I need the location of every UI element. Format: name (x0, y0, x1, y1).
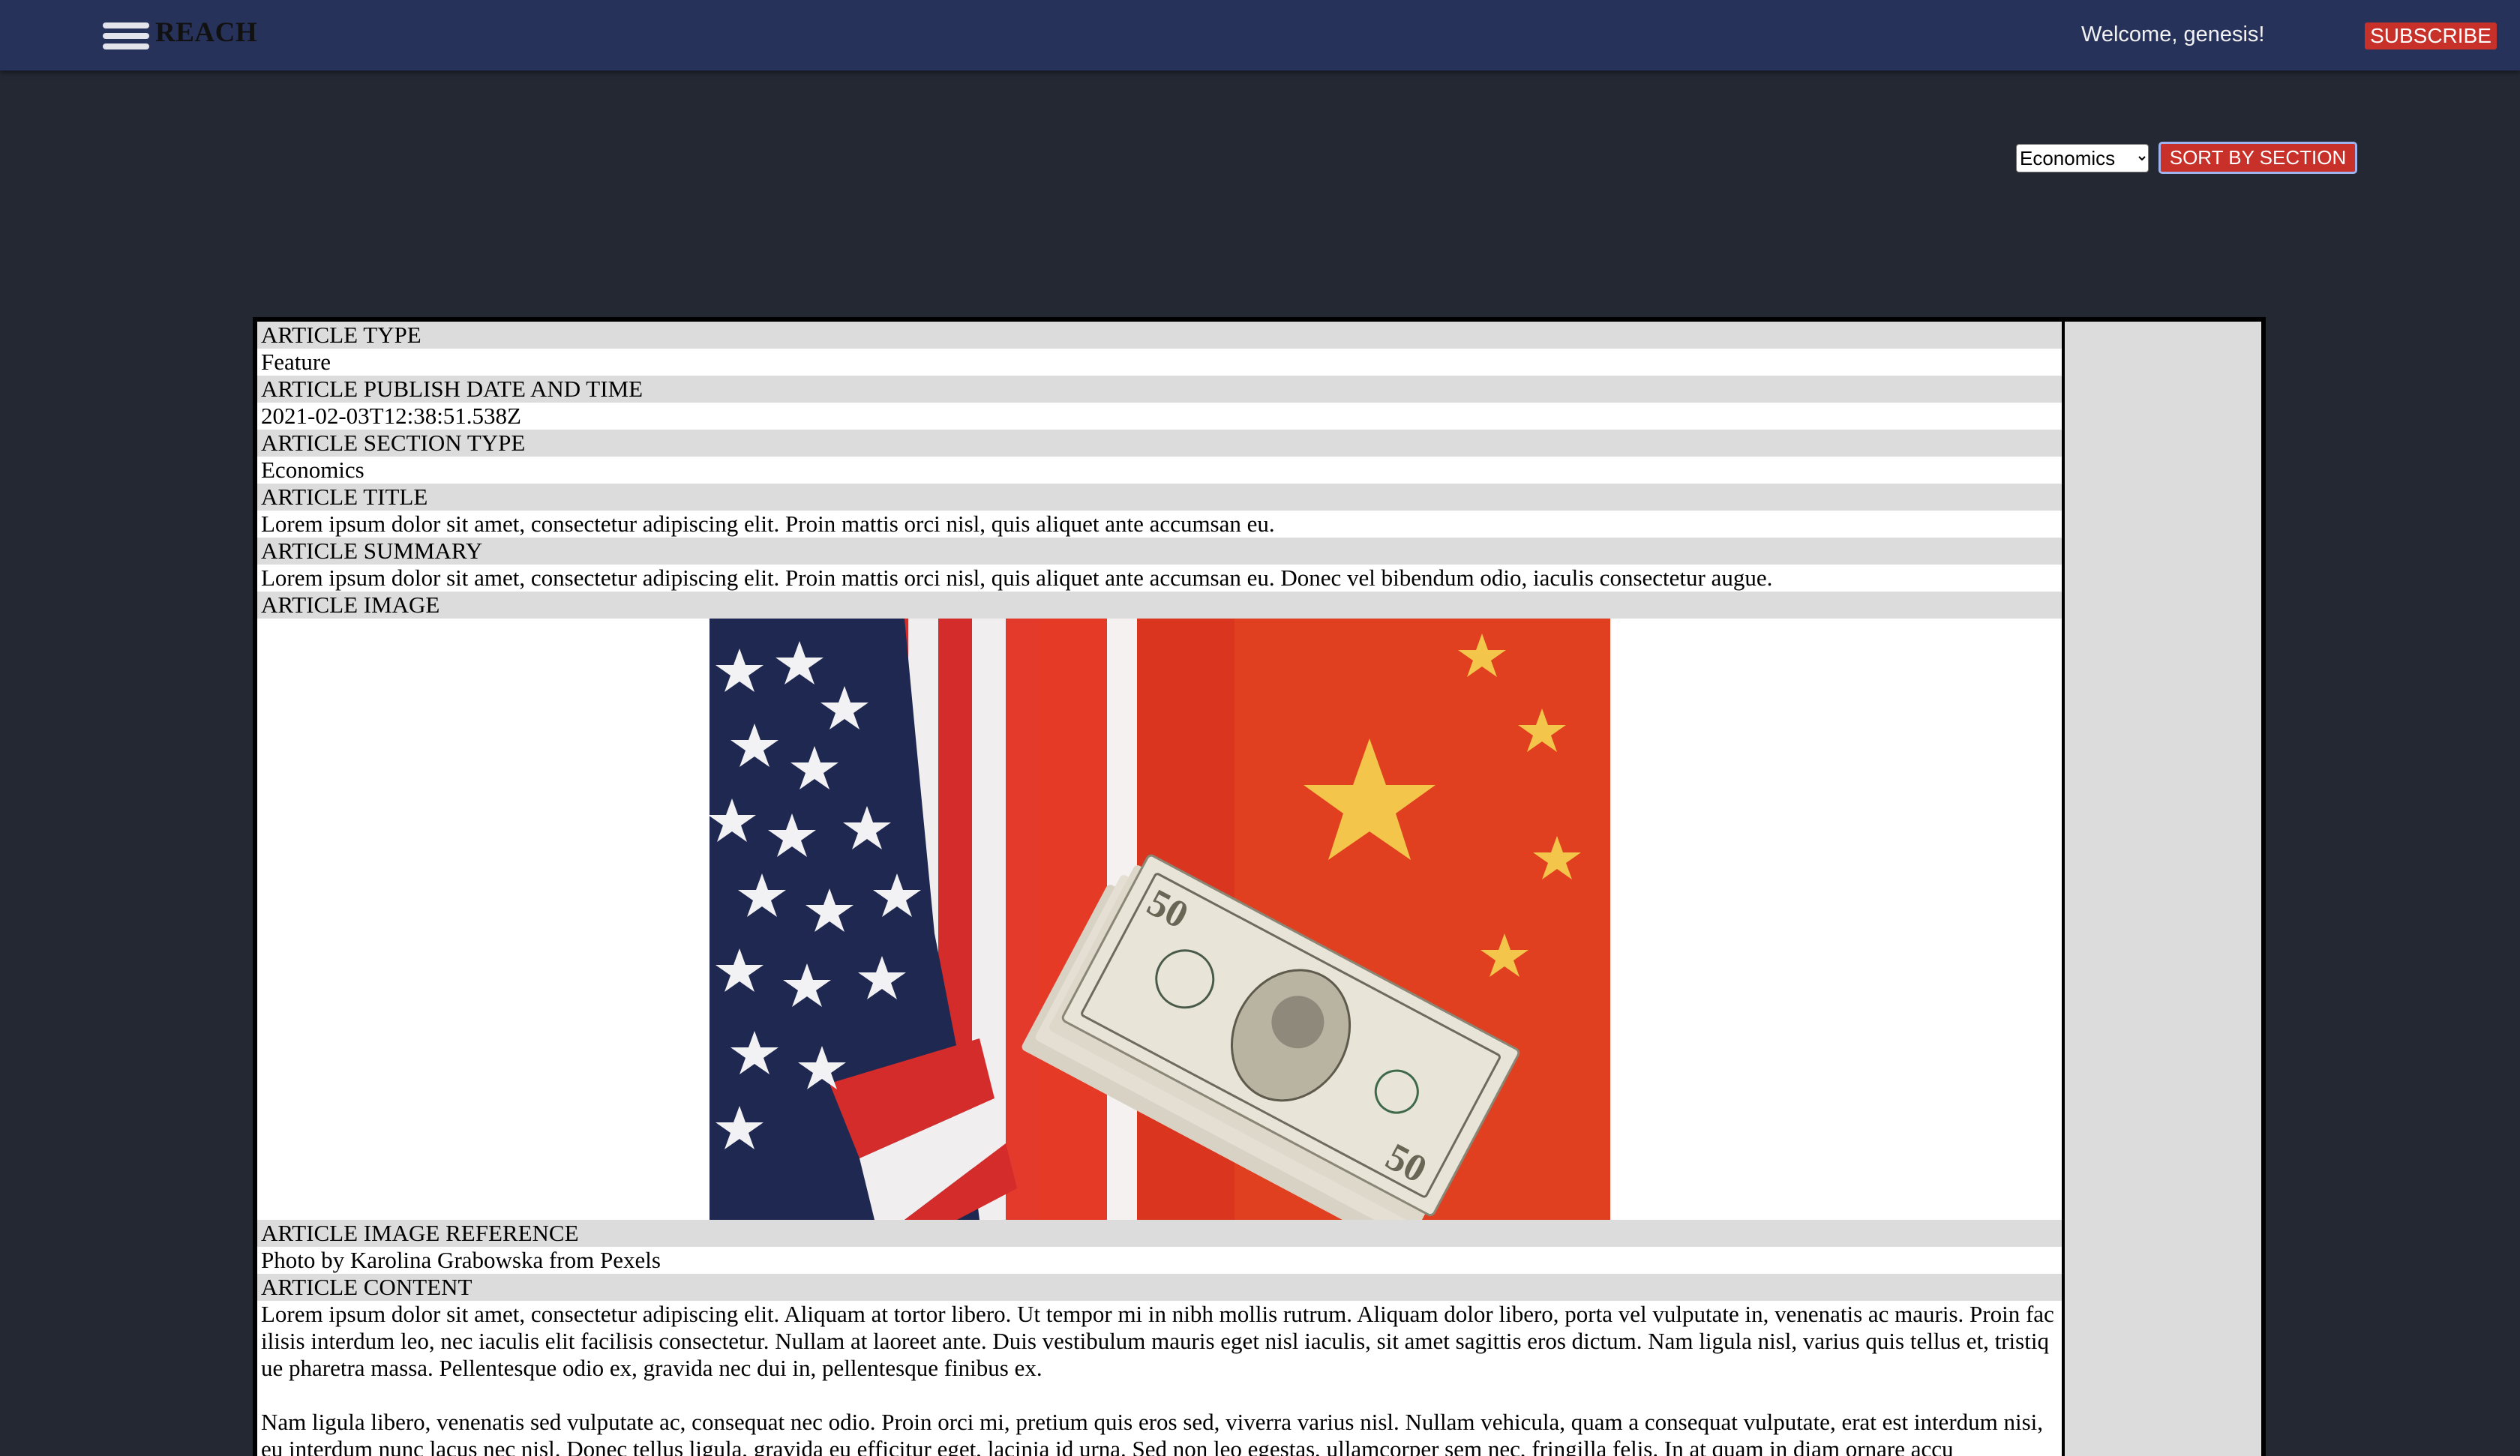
article-date-value: 2021-02-03T12:38:51.538Z (257, 403, 2062, 430)
article-type-value: Feature (257, 349, 2062, 376)
article-section-label: ARTICLE SECTION TYPE (257, 430, 2062, 457)
article-image-label: ARTICLE IMAGE (257, 592, 2062, 619)
article-content-label: ARTICLE CONTENT (257, 1274, 2062, 1301)
article-type-label: ARTICLE TYPE (257, 322, 2062, 349)
article-content-paragraph: Lorem ipsum dolor sit amet, consectetur … (261, 1301, 2054, 1381)
article-image-reference-value: Photo by Karolina Grabowska from Pexels (257, 1247, 2062, 1274)
article-panel: ARTICLE TYPE Feature ARTICLE PUBLISH DAT… (253, 317, 2266, 1456)
article-section-value: Economics (257, 457, 2062, 484)
article-title-value: Lorem ipsum dolor sit amet, consectetur … (257, 511, 2062, 538)
sort-by-section-button[interactable]: SORT BY SECTION (2158, 142, 2357, 174)
brand-logo[interactable]: REACH (155, 16, 257, 49)
article-content-paragraph: Nam ligula libero, venenatis sed vulputa… (261, 1409, 2044, 1456)
article-title-label: ARTICLE TITLE (257, 484, 2062, 511)
article-image-reference-label: ARTICLE IMAGE REFERENCE (257, 1220, 2062, 1247)
section-select[interactable]: Economics (2016, 144, 2149, 172)
hamburger-menu-icon[interactable] (103, 22, 149, 49)
subscribe-button[interactable]: SUBSCRIBE (2365, 22, 2497, 49)
article-summary-label: ARTICLE SUMMARY (257, 538, 2062, 565)
article-hero-image: 50 50 (710, 619, 1610, 1220)
article-image-area: 50 50 (257, 619, 2062, 1220)
welcome-message: Welcome, genesis! (2081, 22, 2265, 46)
top-navbar: REACH Welcome, genesis! SUBSCRIBE (0, 0, 2520, 70)
article-card: ARTICLE TYPE Feature ARTICLE PUBLISH DAT… (257, 322, 2062, 1456)
article-date-label: ARTICLE PUBLISH DATE AND TIME (257, 376, 2062, 403)
article-summary-value: Lorem ipsum dolor sit amet, consectetur … (257, 565, 2062, 592)
article-sidebar (2065, 322, 2261, 1456)
